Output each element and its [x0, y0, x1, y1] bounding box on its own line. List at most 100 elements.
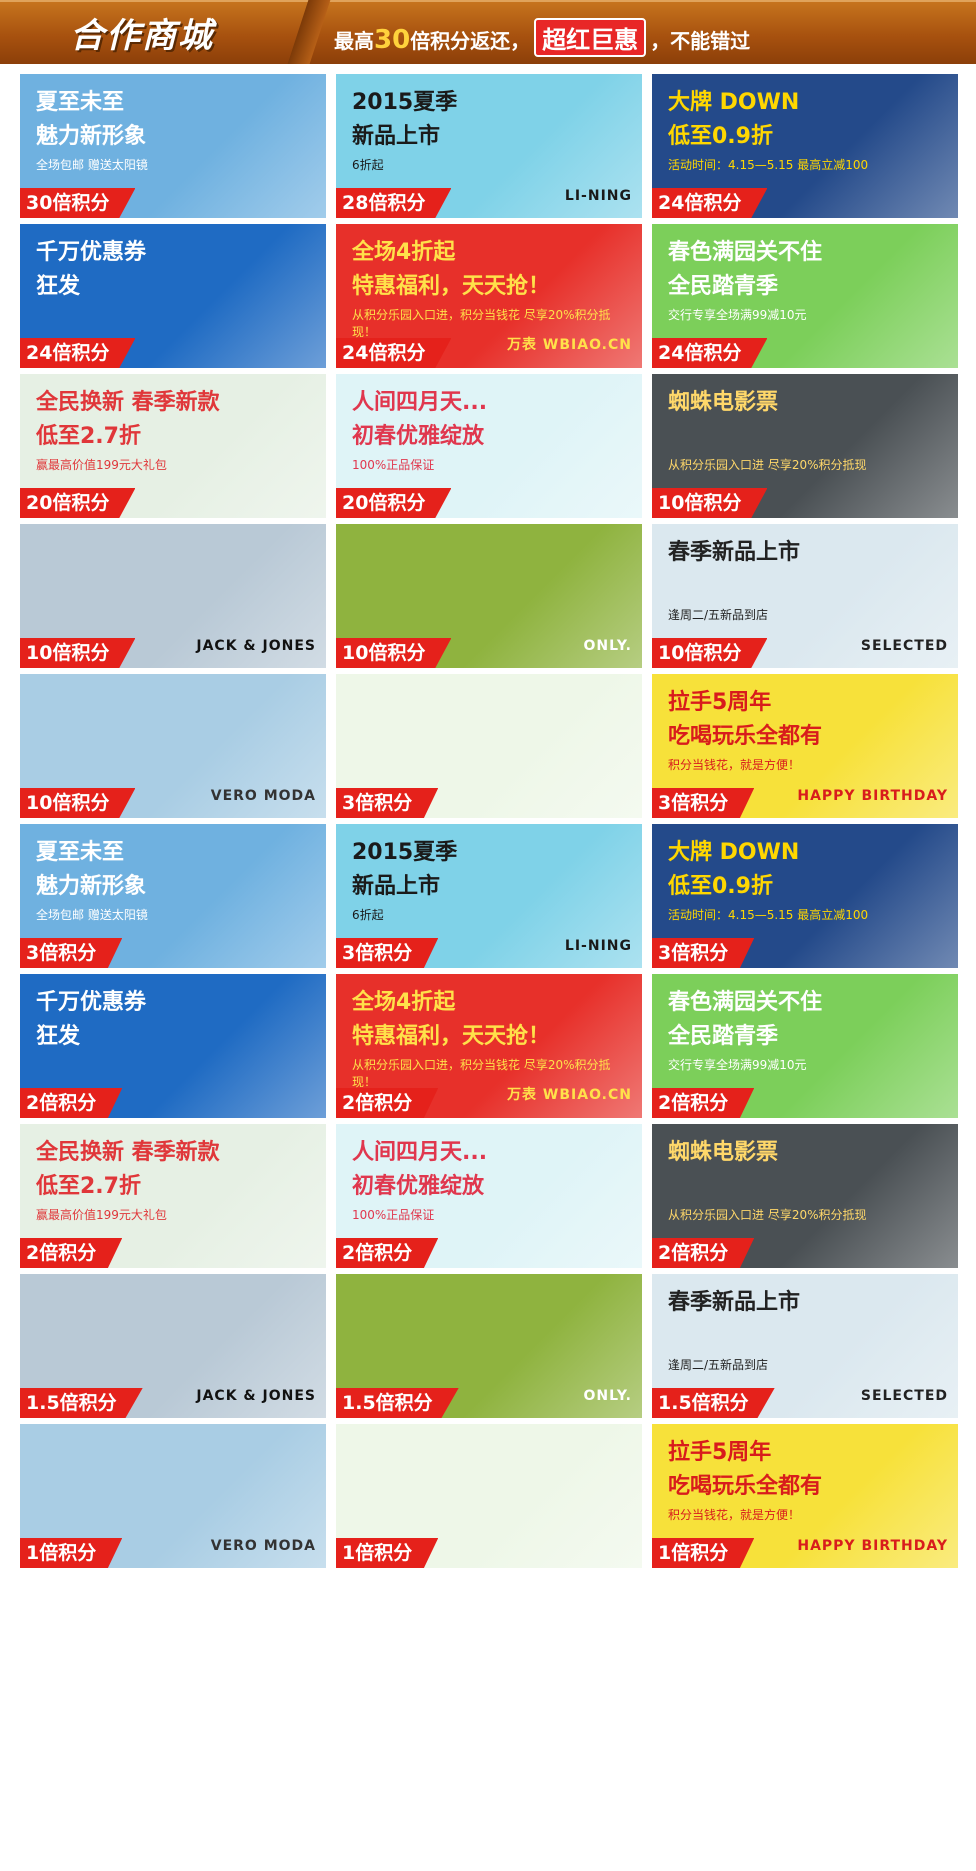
promo-tile[interactable]: 1倍积分 — [336, 1424, 642, 1568]
promo-title: 大牌 DOWN 低至0.9折 — [668, 840, 800, 899]
promo-brand-logo: VERO MODA — [210, 788, 316, 804]
promo-title: 春季新品上市 — [668, 540, 801, 565]
promo-title: 全民换新 春季新款 低至2.7折 — [36, 1140, 220, 1199]
points-multiplier-badge: 10倍积分 — [336, 638, 452, 668]
promo-brand-logo: LI-NING — [564, 938, 632, 954]
partner-store-grid: 夏至未至 魅力新形象 全场包邮 赠送太阳镜 30倍积分 2015夏季 新品上市 6折起 L… — [20, 74, 958, 1864]
promo-tile[interactable]: ONLY. 10倍积分 — [336, 524, 642, 668]
promo-tile[interactable]: 夏至未至 魅力新形象全场包邮 赠送太阳镜 3倍积分 — [20, 824, 326, 968]
points-multiplier-badge: 1倍积分 — [20, 1538, 123, 1568]
promo-tile[interactable]: 春季新品上市 逢周二/五新品到店 SELECTED 10倍积分 — [652, 524, 958, 668]
promo-title: 人间四月天... 初春优雅绽放 — [352, 1140, 488, 1199]
header-divider — [287, 0, 331, 64]
points-multiplier-badge: 24倍积分 — [20, 338, 136, 368]
promo-title: 蜘蛛电影票 — [668, 390, 779, 415]
promo-subtitle: 积分当钱花，就是方便！ — [668, 758, 801, 772]
promo-tile[interactable]: VERO MODA 1倍积分 — [20, 1424, 326, 1568]
points-multiplier-badge: 3倍积分 — [20, 938, 123, 968]
promo-subtitle: 积分当钱花，就是方便！ — [668, 1508, 801, 1522]
promo-tile[interactable]: 拉手5周年 吃喝玩乐全都有积分当钱花，就是方便！ HAPPY BIRTHDAY 1倍… — [652, 1424, 958, 1568]
promo-subtitle: 全场包邮 赠送太阳镜 — [36, 158, 148, 172]
points-multiplier-badge: 1.5倍积分 — [20, 1388, 143, 1418]
tagline-middle: 倍积分返还， — [410, 29, 531, 53]
points-multiplier-badge: 1.5倍积分 — [652, 1388, 775, 1418]
promo-tile[interactable]: 人间四月天... 初春优雅绽放 100%正品保证 2倍积分 — [336, 1124, 642, 1268]
promo-subtitle: 活动时间：4.15—5.15 最高立减100 — [668, 158, 869, 172]
points-multiplier-badge: 10倍积分 — [20, 788, 136, 818]
promo-title: 人间四月天... 初春优雅绽放 — [352, 390, 488, 449]
points-multiplier-badge: 2倍积分 — [652, 1238, 755, 1268]
promo-tile[interactable]: 大牌 DOWN 低至0.9折活动时间：4.15—5.15 最高立减100 3倍积分 — [652, 824, 958, 968]
promo-tile[interactable]: 人间四月天... 初春优雅绽放 100%正品保证 20倍积分 — [336, 374, 642, 518]
promo-tile[interactable]: 春色满园关不住 全民踏青季 交行专享全场满99减10元 2倍积分 — [652, 974, 958, 1118]
tagline-multiplier: 30 — [374, 25, 411, 55]
promo-title: 夏至未至 魅力新形象 — [36, 840, 147, 899]
tagline-suffix: ，不能错过 — [650, 29, 751, 53]
points-multiplier-badge: 3倍积分 — [652, 788, 755, 818]
promo-title: 蜘蛛电影票 — [668, 1140, 779, 1165]
promo-subtitle: 赢最高价值199元大礼包 — [36, 1208, 167, 1222]
points-multiplier-badge: 28倍积分 — [336, 188, 452, 218]
points-multiplier-badge: 10倍积分 — [652, 638, 768, 668]
promo-brand-logo: HAPPY BIRTHDAY — [797, 1538, 948, 1554]
promo-tile[interactable]: 2015夏季 新品上市 6折起 LI-NING 28倍积分 — [336, 74, 642, 218]
mall-header: 合作商城 最高30倍积分返还， 超红巨惠 ，不能错过 — [0, 0, 976, 64]
promo-tile[interactable]: 夏至未至 魅力新形象 全场包邮 赠送太阳镜 30倍积分 — [20, 74, 326, 218]
promo-tile[interactable]: 全民换新 春季新款 低至2.7折赢最高价值199元大礼包 2倍积分 — [20, 1124, 326, 1268]
points-multiplier-badge: 24倍积分 — [652, 188, 768, 218]
promo-tile[interactable]: 全场4折起 特惠福利，天天抢！ 从积分乐园入口进，积分当钱花 尽享20%积分抵现！… — [336, 974, 642, 1118]
promo-tile[interactable]: 全民换新 春季新款 低至2.7折赢最高价值199元大礼包 20倍积分 — [20, 374, 326, 518]
promo-title: 全场4折起 特惠福利，天天抢！ — [352, 990, 551, 1049]
points-multiplier-badge: 2倍积分 — [20, 1238, 123, 1268]
promo-tile[interactable]: 春季新品上市 逢周二/五新品到店 SELECTED 1.5倍积分 — [652, 1274, 958, 1418]
points-multiplier-badge: 2倍积分 — [336, 1238, 439, 1268]
header-tagline: 最高30倍积分返还， 超红巨惠 ，不能错过 — [334, 18, 750, 57]
promo-tile[interactable]: 2015夏季 新品上市 6折起 LI-NING 3倍积分 — [336, 824, 642, 968]
promo-tile[interactable]: VERO MODA 10倍积分 — [20, 674, 326, 818]
promo-subtitle: 赢最高价值199元大礼包 — [36, 458, 167, 472]
promo-title: 2015夏季 新品上市 — [352, 90, 458, 149]
points-multiplier-badge: 30倍积分 — [20, 188, 136, 218]
promo-subtitle: 6折起 — [352, 158, 384, 172]
promo-tile[interactable]: 千万优惠券 狂发 2倍积分 — [20, 974, 326, 1118]
promo-tile[interactable]: JACK & JONES 1.5倍积分 — [20, 1274, 326, 1418]
promo-subtitle: 逢周二/五新品到店 — [668, 608, 769, 622]
promo-brand-logo: JACK & JONES — [196, 1388, 316, 1404]
promo-title: 春色满园关不住 全民踏青季 — [668, 990, 823, 1049]
promo-subtitle: 从积分乐园入口进 尽享20%积分抵现 — [668, 1208, 867, 1222]
promo-subtitle: 活动时间：4.15—5.15 最高立减100 — [668, 908, 869, 922]
points-multiplier-badge: 24倍积分 — [336, 338, 452, 368]
promo-brand-logo: SELECTED — [860, 1388, 948, 1404]
points-multiplier-badge: 20倍积分 — [20, 488, 136, 518]
promo-brand-logo: ONLY. — [583, 638, 632, 654]
promo-brand-logo: JACK & JONES — [196, 638, 316, 654]
promo-subtitle: 6折起 — [352, 908, 384, 922]
promo-brand-logo: HAPPY BIRTHDAY — [797, 788, 948, 804]
promo-title: 全民换新 春季新款 低至2.7折 — [36, 390, 220, 449]
promo-title: 千万优惠券 狂发 — [36, 240, 147, 299]
promo-brand-logo: LI-NING — [564, 188, 632, 204]
promo-tile[interactable]: 千万优惠券 狂发 24倍积分 — [20, 224, 326, 368]
promo-title: 全场4折起 特惠福利，天天抢！ — [352, 240, 551, 299]
promo-subtitle: 100%正品保证 — [352, 1208, 435, 1222]
promo-title: 春色满园关不住 全民踏青季 — [668, 240, 823, 299]
promo-tile[interactable]: 大牌 DOWN 低至0.9折 活动时间：4.15—5.15 最高立减100 24倍积… — [652, 74, 958, 218]
tagline-highlight-badge: 超红巨惠 — [534, 18, 647, 57]
points-multiplier-badge: 3倍积分 — [652, 938, 755, 968]
promo-tile[interactable]: 蜘蛛电影票 从积分乐园入口进 尽享20%积分抵现 10倍积分 — [652, 374, 958, 518]
promo-tile[interactable]: 全场4折起 特惠福利，天天抢！ 从积分乐园入口进，积分当钱花 尽享20%积分抵现！… — [336, 224, 642, 368]
promo-tile[interactable]: 春色满园关不住 全民踏青季 交行专享全场满99减10元 24倍积分 — [652, 224, 958, 368]
promo-tile[interactable]: JACK & JONES 10倍积分 — [20, 524, 326, 668]
promo-title: 拉手5周年 吃喝玩乐全都有 — [668, 690, 823, 749]
promo-brand-logo: ONLY. — [583, 1388, 632, 1404]
promo-title: 拉手5周年 吃喝玩乐全都有 — [668, 1440, 823, 1499]
promo-tile[interactable]: 3倍积分 — [336, 674, 642, 818]
promo-subtitle: 全场包邮 赠送太阳镜 — [36, 908, 148, 922]
points-multiplier-badge: 1倍积分 — [652, 1538, 755, 1568]
promo-tile[interactable]: 拉手5周年 吃喝玩乐全都有积分当钱花，就是方便！ HAPPY BIRTHDAY 3倍… — [652, 674, 958, 818]
promo-tile[interactable]: ONLY. 1.5倍积分 — [336, 1274, 642, 1418]
promo-subtitle: 从积分乐园入口进 尽享20%积分抵现 — [668, 458, 867, 472]
promo-brand-logo: 万表 WBIAO.CN — [507, 1087, 632, 1103]
promo-tile[interactable]: 蜘蛛电影票从积分乐园入口进 尽享20%积分抵现 2倍积分 — [652, 1124, 958, 1268]
promo-brand-logo: 万表 WBIAO.CN — [507, 337, 632, 353]
